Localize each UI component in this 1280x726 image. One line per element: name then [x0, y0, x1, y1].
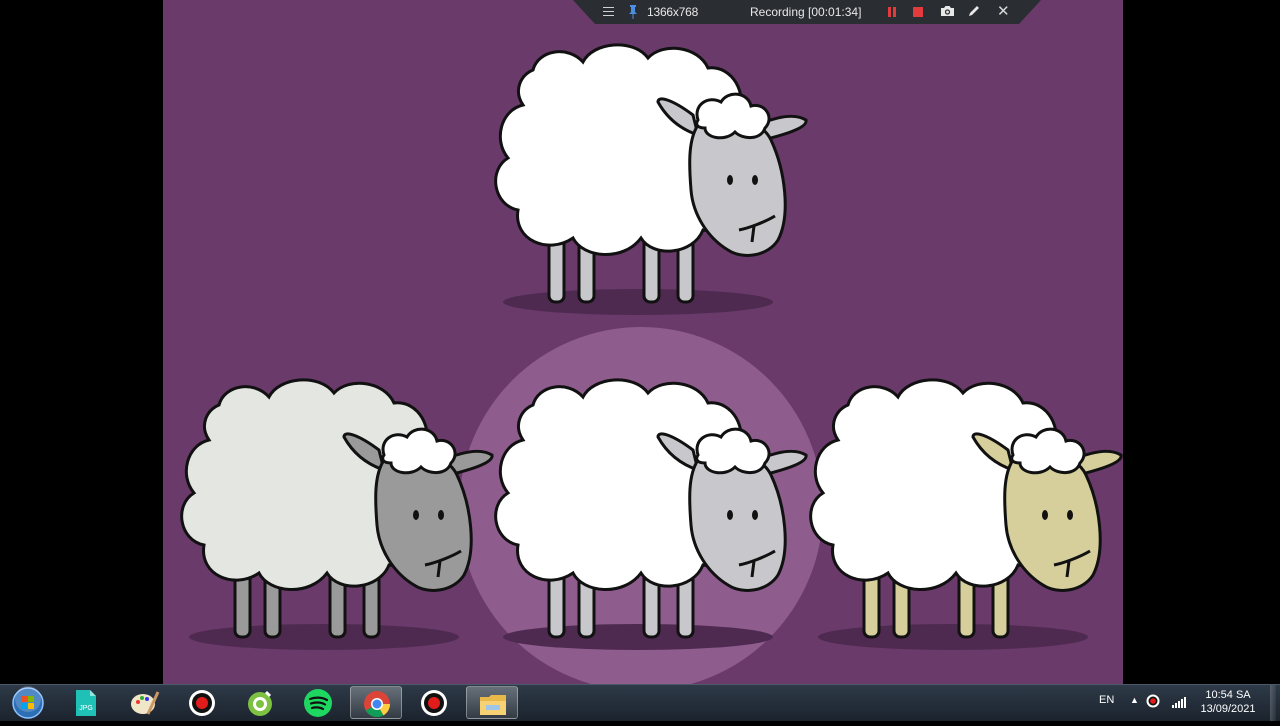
menu-icon[interactable]: [603, 4, 614, 20]
recorder-icon[interactable]: [408, 686, 460, 719]
file-explorer-icon[interactable]: [466, 686, 518, 719]
grey-sheep: [180, 378, 494, 650]
start-orb-icon[interactable]: [8, 685, 48, 721]
sheep-scene: [180, 43, 1123, 684]
pause-icon[interactable]: [886, 4, 898, 20]
video-stage: 1366x768 Recording [00:01:34] ✕: [163, 0, 1123, 684]
clock-time: 10:54 SA: [1205, 689, 1251, 701]
recording-status: Recording [00:01:34]: [750, 5, 862, 19]
close-icon[interactable]: ✕: [997, 4, 1009, 20]
tan-sheep: [809, 378, 1123, 650]
jpg-converter-icon[interactable]: JPG: [60, 686, 112, 719]
greenshot-icon[interactable]: [234, 686, 286, 719]
recorder-tray-icon[interactable]: [1146, 694, 1160, 708]
paint-icon[interactable]: [118, 686, 170, 719]
pin-icon[interactable]: [628, 4, 638, 20]
clock[interactable]: 10:54 SA 13/09/2021: [1198, 688, 1258, 716]
spotify-icon[interactable]: [292, 686, 344, 719]
clock-date: 13/09/2021: [1200, 703, 1256, 715]
stop-icon[interactable]: [912, 4, 924, 20]
network-signal-icon[interactable]: [1172, 695, 1186, 708]
recorder-toolbar: 1366x768 Recording [00:01:34] ✕: [573, 0, 1041, 24]
system-tray: EN ▲ 10:54 SA 13/09/2021: [1080, 685, 1280, 721]
taskbar: JPG EN ▲ 10:54 SA 13/09/2021: [0, 684, 1280, 721]
svg-text:JPG: JPG: [79, 705, 93, 712]
show-hidden-icons-icon[interactable]: ▲: [1130, 695, 1139, 705]
camera-icon[interactable]: [940, 4, 955, 20]
pen-icon[interactable]: [967, 4, 981, 20]
language-indicator[interactable]: EN: [1099, 694, 1114, 706]
chrome-icon[interactable]: [350, 686, 402, 719]
top-sheep: [494, 43, 808, 315]
resolution-label: 1366x768: [647, 5, 699, 19]
show-desktop-button[interactable]: [1270, 685, 1276, 721]
recorder-icon[interactable]: [176, 686, 228, 719]
